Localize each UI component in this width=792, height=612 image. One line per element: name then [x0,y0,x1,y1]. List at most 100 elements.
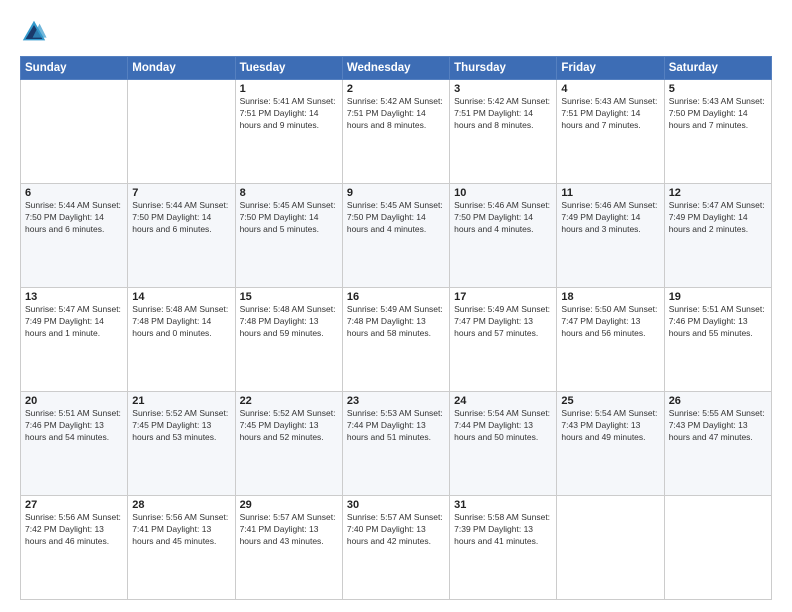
day-number: 7 [132,187,230,199]
day-info: Sunrise: 5:46 AM Sunset: 7:50 PM Dayligh… [454,200,552,236]
day-info: Sunrise: 5:45 AM Sunset: 7:50 PM Dayligh… [347,200,445,236]
day-info: Sunrise: 5:53 AM Sunset: 7:44 PM Dayligh… [347,408,445,444]
day-info: Sunrise: 5:56 AM Sunset: 7:41 PM Dayligh… [132,512,230,548]
logo [20,18,50,46]
calendar-cell [557,496,664,600]
calendar-cell: 12Sunrise: 5:47 AM Sunset: 7:49 PM Dayli… [664,184,771,288]
calendar-cell: 5Sunrise: 5:43 AM Sunset: 7:50 PM Daylig… [664,80,771,184]
day-info: Sunrise: 5:45 AM Sunset: 7:50 PM Dayligh… [240,200,338,236]
day-info: Sunrise: 5:42 AM Sunset: 7:51 PM Dayligh… [454,96,552,132]
calendar-cell: 17Sunrise: 5:49 AM Sunset: 7:47 PM Dayli… [450,288,557,392]
weekday-header-row: SundayMondayTuesdayWednesdayThursdayFrid… [21,57,772,80]
weekday-header-friday: Friday [557,57,664,80]
day-info: Sunrise: 5:52 AM Sunset: 7:45 PM Dayligh… [132,408,230,444]
day-number: 15 [240,291,338,303]
day-number: 22 [240,395,338,407]
day-number: 18 [561,291,659,303]
day-info: Sunrise: 5:43 AM Sunset: 7:51 PM Dayligh… [561,96,659,132]
day-number: 31 [454,499,552,511]
day-info: Sunrise: 5:47 AM Sunset: 7:49 PM Dayligh… [669,200,767,236]
header [20,18,772,46]
calendar-cell: 23Sunrise: 5:53 AM Sunset: 7:44 PM Dayli… [342,392,449,496]
day-number: 11 [561,187,659,199]
calendar-cell: 26Sunrise: 5:55 AM Sunset: 7:43 PM Dayli… [664,392,771,496]
day-number: 27 [25,499,123,511]
calendar-week-4: 20Sunrise: 5:51 AM Sunset: 7:46 PM Dayli… [21,392,772,496]
calendar-cell: 2Sunrise: 5:42 AM Sunset: 7:51 PM Daylig… [342,80,449,184]
day-number: 29 [240,499,338,511]
day-info: Sunrise: 5:55 AM Sunset: 7:43 PM Dayligh… [669,408,767,444]
calendar-cell: 22Sunrise: 5:52 AM Sunset: 7:45 PM Dayli… [235,392,342,496]
day-info: Sunrise: 5:57 AM Sunset: 7:41 PM Dayligh… [240,512,338,548]
day-number: 1 [240,83,338,95]
day-number: 28 [132,499,230,511]
calendar-cell [664,496,771,600]
day-info: Sunrise: 5:44 AM Sunset: 7:50 PM Dayligh… [132,200,230,236]
day-number: 25 [561,395,659,407]
day-number: 13 [25,291,123,303]
weekday-header-wednesday: Wednesday [342,57,449,80]
calendar-cell: 9Sunrise: 5:45 AM Sunset: 7:50 PM Daylig… [342,184,449,288]
day-info: Sunrise: 5:56 AM Sunset: 7:42 PM Dayligh… [25,512,123,548]
day-number: 30 [347,499,445,511]
calendar-body: 1Sunrise: 5:41 AM Sunset: 7:51 PM Daylig… [21,80,772,600]
day-info: Sunrise: 5:58 AM Sunset: 7:39 PM Dayligh… [454,512,552,548]
day-number: 3 [454,83,552,95]
day-info: Sunrise: 5:57 AM Sunset: 7:40 PM Dayligh… [347,512,445,548]
calendar-cell: 20Sunrise: 5:51 AM Sunset: 7:46 PM Dayli… [21,392,128,496]
day-number: 8 [240,187,338,199]
day-info: Sunrise: 5:44 AM Sunset: 7:50 PM Dayligh… [25,200,123,236]
day-info: Sunrise: 5:41 AM Sunset: 7:51 PM Dayligh… [240,96,338,132]
day-number: 26 [669,395,767,407]
day-info: Sunrise: 5:42 AM Sunset: 7:51 PM Dayligh… [347,96,445,132]
calendar-cell: 10Sunrise: 5:46 AM Sunset: 7:50 PM Dayli… [450,184,557,288]
day-info: Sunrise: 5:54 AM Sunset: 7:44 PM Dayligh… [454,408,552,444]
calendar-cell: 24Sunrise: 5:54 AM Sunset: 7:44 PM Dayli… [450,392,557,496]
weekday-header-saturday: Saturday [664,57,771,80]
day-number: 6 [25,187,123,199]
calendar-cell: 13Sunrise: 5:47 AM Sunset: 7:49 PM Dayli… [21,288,128,392]
day-number: 12 [669,187,767,199]
day-number: 9 [347,187,445,199]
calendar-cell: 30Sunrise: 5:57 AM Sunset: 7:40 PM Dayli… [342,496,449,600]
day-info: Sunrise: 5:52 AM Sunset: 7:45 PM Dayligh… [240,408,338,444]
calendar-week-3: 13Sunrise: 5:47 AM Sunset: 7:49 PM Dayli… [21,288,772,392]
day-number: 4 [561,83,659,95]
day-info: Sunrise: 5:51 AM Sunset: 7:46 PM Dayligh… [669,304,767,340]
day-info: Sunrise: 5:54 AM Sunset: 7:43 PM Dayligh… [561,408,659,444]
weekday-header-thursday: Thursday [450,57,557,80]
day-number: 23 [347,395,445,407]
calendar-cell: 19Sunrise: 5:51 AM Sunset: 7:46 PM Dayli… [664,288,771,392]
calendar-week-2: 6Sunrise: 5:44 AM Sunset: 7:50 PM Daylig… [21,184,772,288]
page: SundayMondayTuesdayWednesdayThursdayFrid… [0,0,792,612]
weekday-header-sunday: Sunday [21,57,128,80]
calendar-cell: 11Sunrise: 5:46 AM Sunset: 7:49 PM Dayli… [557,184,664,288]
calendar-cell [128,80,235,184]
calendar-week-1: 1Sunrise: 5:41 AM Sunset: 7:51 PM Daylig… [21,80,772,184]
day-number: 19 [669,291,767,303]
calendar-cell: 25Sunrise: 5:54 AM Sunset: 7:43 PM Dayli… [557,392,664,496]
day-info: Sunrise: 5:43 AM Sunset: 7:50 PM Dayligh… [669,96,767,132]
calendar-cell: 1Sunrise: 5:41 AM Sunset: 7:51 PM Daylig… [235,80,342,184]
day-info: Sunrise: 5:48 AM Sunset: 7:48 PM Dayligh… [240,304,338,340]
calendar-cell: 8Sunrise: 5:45 AM Sunset: 7:50 PM Daylig… [235,184,342,288]
calendar-cell: 21Sunrise: 5:52 AM Sunset: 7:45 PM Dayli… [128,392,235,496]
day-number: 14 [132,291,230,303]
calendar-cell: 31Sunrise: 5:58 AM Sunset: 7:39 PM Dayli… [450,496,557,600]
day-info: Sunrise: 5:50 AM Sunset: 7:47 PM Dayligh… [561,304,659,340]
calendar-cell: 27Sunrise: 5:56 AM Sunset: 7:42 PM Dayli… [21,496,128,600]
day-info: Sunrise: 5:51 AM Sunset: 7:46 PM Dayligh… [25,408,123,444]
day-info: Sunrise: 5:49 AM Sunset: 7:48 PM Dayligh… [347,304,445,340]
calendar-cell: 14Sunrise: 5:48 AM Sunset: 7:48 PM Dayli… [128,288,235,392]
day-number: 20 [25,395,123,407]
calendar-cell: 6Sunrise: 5:44 AM Sunset: 7:50 PM Daylig… [21,184,128,288]
day-number: 10 [454,187,552,199]
calendar-week-5: 27Sunrise: 5:56 AM Sunset: 7:42 PM Dayli… [21,496,772,600]
calendar-cell: 15Sunrise: 5:48 AM Sunset: 7:48 PM Dayli… [235,288,342,392]
day-number: 21 [132,395,230,407]
day-number: 17 [454,291,552,303]
day-number: 2 [347,83,445,95]
day-info: Sunrise: 5:46 AM Sunset: 7:49 PM Dayligh… [561,200,659,236]
day-number: 16 [347,291,445,303]
calendar-cell: 28Sunrise: 5:56 AM Sunset: 7:41 PM Dayli… [128,496,235,600]
